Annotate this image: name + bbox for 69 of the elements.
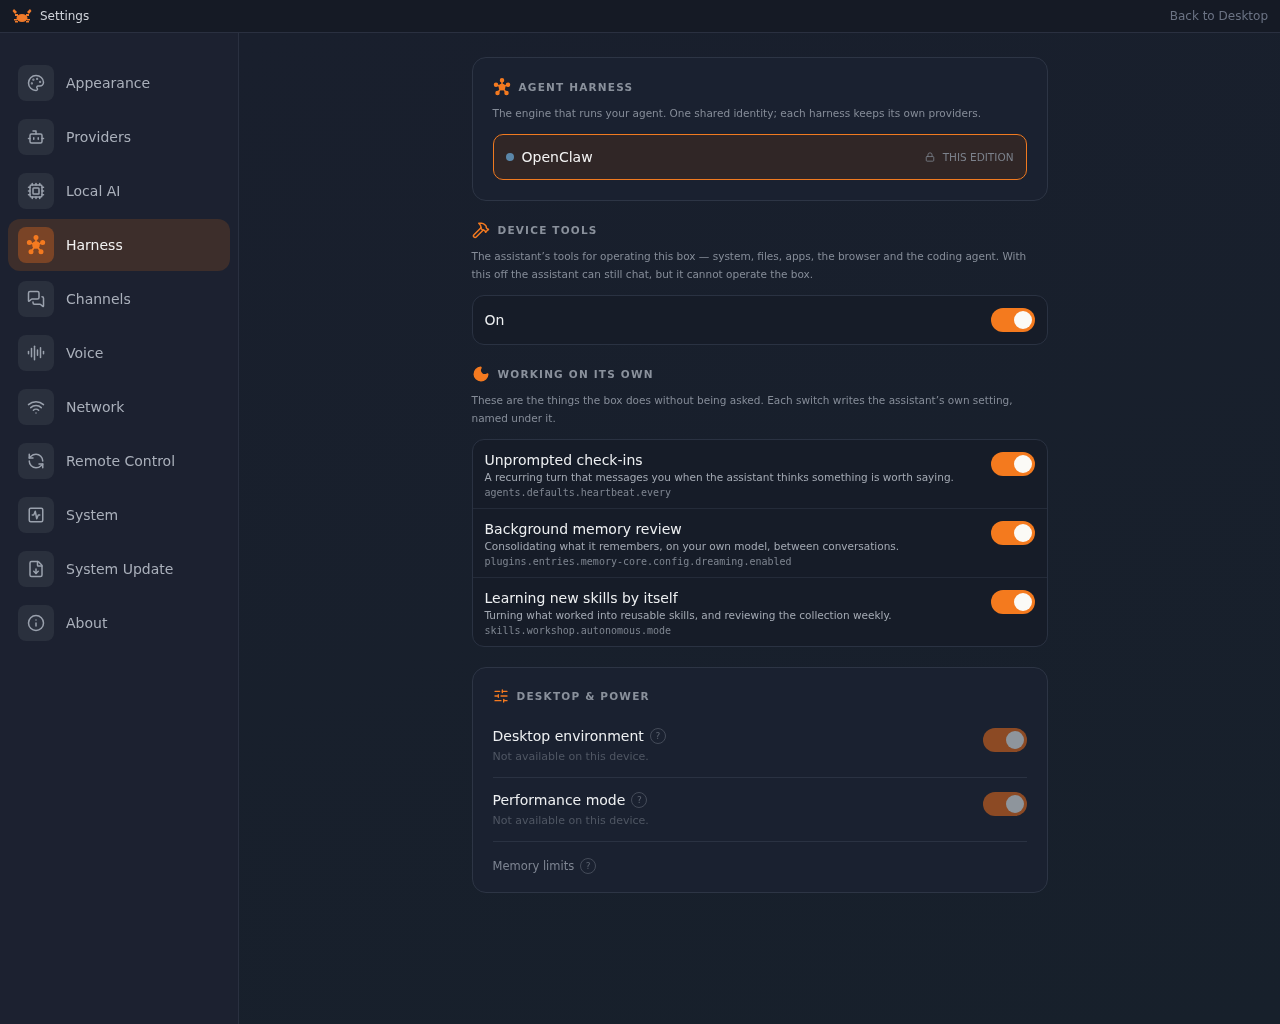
crab-logo-icon: [12, 8, 32, 24]
hammer-icon: [471, 221, 490, 239]
hub-icon: [492, 78, 511, 96]
sidebar-item[interactable]: Local AI: [8, 165, 230, 217]
section-description: The engine that runs your agent. One shared identity; each harness keeps its own providers.: [492, 106, 983, 121]
sidebar-item[interactable]: System Update: [8, 543, 230, 595]
sidebar-item[interactable]: Channels: [8, 273, 230, 325]
sidebar-item[interactable]: Network: [8, 381, 230, 433]
back-link[interactable]: Back to Desktop: [1169, 9, 1268, 23]
sidebar-item[interactable]: About: [8, 597, 230, 649]
sidebar-label: System: [66, 507, 119, 523]
sidebar-item[interactable]: Remote Control: [8, 435, 230, 487]
sidebar-label: Local AI: [66, 183, 121, 199]
setting-description: Turning what worked into reusable skills, and reviewing the collection weekly.: [484, 609, 892, 621]
sidebar-label: System Update: [66, 561, 174, 577]
edition-label: THIS EDITION: [942, 151, 1014, 163]
chat-icon: [18, 281, 54, 317]
setting-title: Learning new skills by itself: [484, 590, 679, 606]
moon-icon: [471, 365, 490, 383]
toggle-switch[interactable]: [990, 308, 1035, 332]
setting-description: A recurring turn that messages you when the assistant thinks something is worth saying.: [484, 471, 954, 483]
setting-title: Performance mode: [492, 792, 626, 808]
sidebar-label: Harness: [66, 237, 123, 253]
pulse-icon: [18, 497, 54, 533]
sidebar-item[interactable]: Voice: [8, 327, 230, 379]
sidebar-item[interactable]: System: [8, 489, 230, 541]
setting-key: agents.defaults.heartbeat.every: [484, 487, 954, 498]
hub-icon: [18, 227, 54, 263]
sliders-icon: [492, 688, 509, 704]
option-name: OpenClaw: [521, 149, 594, 165]
status-dot: [505, 153, 514, 161]
sidebar-label: Remote Control: [66, 453, 176, 469]
section-description: These are the things the box does without being asked. Each switch writes the assistant’s own setting, named under it.: [471, 393, 1014, 426]
section-heading: AGENT HARNESS: [518, 81, 634, 93]
sidebar-item[interactable]: Harness: [8, 219, 230, 271]
setting-title: Unprompted check-ins: [484, 452, 644, 468]
wifi-icon: [18, 389, 54, 425]
toggle-label: On: [484, 312, 505, 328]
sidebar-item[interactable]: Appearance: [8, 57, 230, 109]
harness-option[interactable]: OpenClaw THIS EDITION: [492, 134, 1027, 180]
section-description: The assistant’s tools for operating this box — system, files, apps, the browser and the coding agent. With this off the assistant can still chat, but it cannot operate the box.: [471, 249, 1028, 282]
chip-icon: [18, 173, 54, 209]
download-icon: [18, 551, 54, 587]
section-heading: DESKTOP & POWER: [516, 690, 650, 702]
remote-icon: [18, 443, 54, 479]
voice-icon: [18, 335, 54, 371]
toggle-switch[interactable]: [990, 590, 1035, 614]
toggle-switch[interactable]: [990, 452, 1035, 476]
sidebar-label: About: [66, 615, 108, 631]
sidebar-label: Voice: [66, 345, 104, 361]
sidebar-label: Network: [66, 399, 125, 415]
section-heading: DEVICE TOOLS: [497, 224, 598, 236]
setting-key: skills.workshop.autonomous.mode: [484, 625, 892, 636]
sidebar-label: Channels: [66, 291, 131, 307]
info-icon: [18, 605, 54, 641]
setting-title: Desktop environment: [492, 728, 644, 744]
setting-description: Consolidating what it remembers, on your own model, between conversations.: [484, 540, 900, 552]
setting-title: Background memory review: [484, 521, 683, 537]
robot-icon: [18, 119, 54, 155]
lock-icon: [924, 152, 935, 162]
sidebar-item[interactable]: Providers: [8, 111, 230, 163]
setting-key: plugins.entries.memory-core.config.dreaming.enabled: [484, 556, 900, 567]
toggle-switch[interactable]: [990, 521, 1035, 545]
window-title: Settings: [40, 9, 90, 23]
sidebar-label: Providers: [66, 129, 131, 145]
memory-limits-link[interactable]: Memory limits: [492, 859, 575, 873]
palette-icon: [18, 65, 54, 101]
section-heading: WORKING ON ITS OWN: [497, 368, 654, 380]
sidebar-label: Appearance: [66, 75, 151, 91]
